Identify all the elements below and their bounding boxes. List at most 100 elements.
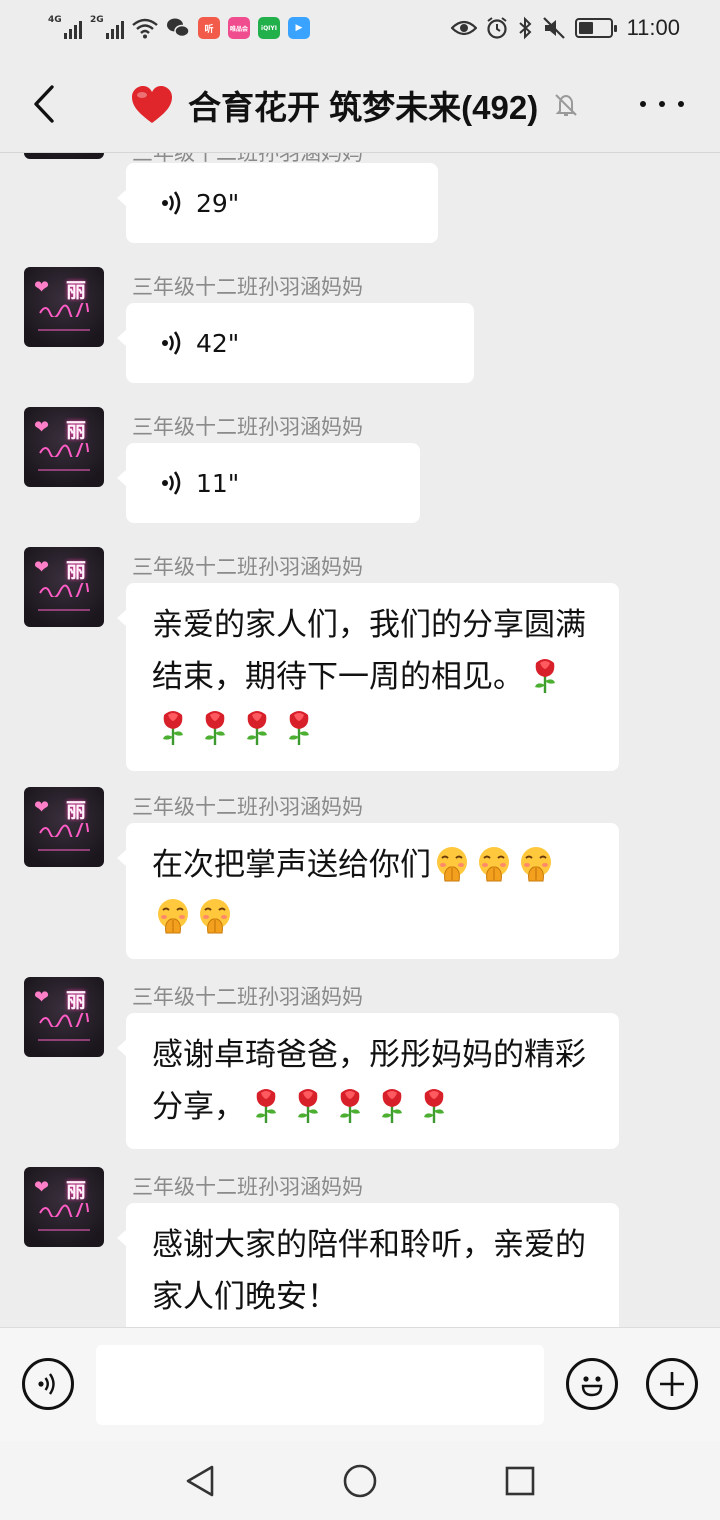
system-nav-bar [0, 1441, 720, 1520]
voice-message-bubble[interactable]: 29" [117, 163, 438, 243]
mute-status-icon [542, 17, 565, 39]
text-message-bubble[interactable]: 在次把掌声送给你们 [117, 823, 619, 959]
eye-icon [450, 20, 477, 36]
avatar[interactable]: ❤ 丽 [24, 787, 104, 867]
avatar[interactable]: ❤ 丽 [24, 547, 104, 627]
rose-emoji [424, 1089, 444, 1123]
message-item: ❤ 丽 三年级十二班孙羽涵妈妈 在次把掌声送给你们 [0, 787, 720, 977]
heart-icon: ❤ [34, 1177, 50, 1198]
shy-clap-emoji [437, 847, 467, 882]
avatar[interactable]: ❤ 丽 [24, 153, 104, 159]
neon-script-icon [39, 1203, 89, 1217]
neon-script-icon [39, 1013, 89, 1027]
heart-icon: ❤ [34, 277, 50, 298]
voice-input-button[interactable] [22, 1358, 74, 1410]
status-bar: 4G 2G 听 唯品会 iQIYI ▶ 11:00 [0, 0, 720, 56]
ting-icon: 听 [198, 17, 220, 39]
rose-emoji [298, 1089, 318, 1123]
add-more-button[interactable] [646, 1358, 698, 1410]
voice-wave-icon [162, 331, 181, 355]
neon-script-icon [39, 303, 89, 317]
rose-emoji [247, 711, 267, 745]
neon-script-icon [39, 583, 89, 597]
message-item: ❤ 丽 三年级十二班孙羽涵妈妈 29" [0, 153, 720, 253]
voice-duration: 11" [196, 468, 240, 498]
dot-icon [659, 101, 665, 107]
circle-home-icon [343, 1464, 377, 1498]
avatar[interactable]: ❤ 丽 [24, 1167, 104, 1247]
wechat-icon [167, 18, 190, 38]
text-message-bubble[interactable]: 感谢大家的陪伴和聆听，亲爱的家人们晚安！ [117, 1203, 619, 1327]
triangle-back-icon [186, 1465, 214, 1497]
message-input[interactable] [96, 1345, 544, 1425]
sender-name: 三年级十二班孙羽涵妈妈 [132, 415, 363, 439]
shy-clap-emoji [521, 847, 551, 882]
dot-icon [640, 101, 646, 107]
chat-header: 合育花开 筑梦未来(492) [0, 56, 720, 153]
rose-emoji [205, 711, 225, 745]
shy-clap-emoji [479, 847, 509, 882]
nav-back-button[interactable] [180, 1461, 220, 1501]
voice-wave-icon [162, 191, 181, 215]
rose-emoji [289, 711, 309, 745]
heart-icon: ❤ [34, 417, 50, 438]
chevron-left-icon [34, 85, 54, 123]
emoji-button[interactable] [566, 1358, 618, 1410]
message-item: ❤ 丽 三年级十二班孙羽涵妈妈 感谢大家的陪伴和聆听，亲爱的家人们晚安！ [0, 1167, 720, 1327]
text-message-bubble[interactable]: 亲爱的家人们，我们的分享圆满结束，期待下一周的相见。 [117, 583, 619, 771]
voice-duration: 42" [196, 328, 240, 358]
rose-emoji [382, 1089, 402, 1123]
rose-emoji [340, 1089, 360, 1123]
more-options-button[interactable] [640, 86, 684, 122]
signal-2g-icon: 2G [90, 15, 124, 41]
heart-icon [132, 86, 172, 123]
bluetooth-icon [518, 16, 532, 40]
sender-name: 三年级十二班孙羽涵妈妈 [132, 1175, 363, 1199]
message-item: ❤ 丽 三年级十二班孙羽涵妈妈 感谢卓琦爸爸，彤彤妈妈的精彩分享， [0, 977, 720, 1167]
chat-title-area[interactable]: 合育花开 筑梦未来(492) [130, 80, 580, 130]
voice-wave-icon [38, 1373, 55, 1395]
neon-script-icon [39, 823, 89, 837]
text-message-bubble[interactable]: 感谢卓琦爸爸，彤彤妈妈的精彩分享， [117, 1013, 619, 1149]
iqiyi-icon: iQIYI [258, 17, 280, 39]
store-icon: 唯品会 [228, 17, 250, 39]
voice-duration: 29" [196, 188, 240, 218]
heart-icon: ❤ [34, 557, 50, 578]
battery-icon [574, 18, 617, 38]
sender-name: 三年级十二班孙羽涵妈妈 [132, 555, 363, 579]
message-text: 在次把掌声送给你们 [152, 847, 431, 882]
wifi-icon [132, 18, 158, 39]
message-text: 感谢大家的陪伴和聆听，亲爱的家人们晚安！ [152, 1227, 586, 1314]
alarm-icon [486, 17, 507, 39]
dot-icon [678, 101, 684, 107]
avatar[interactable]: ❤ 丽 [24, 977, 104, 1057]
voice-message-bubble[interactable]: 11" [117, 443, 420, 523]
sender-name: 三年级十二班孙羽涵妈妈 [132, 795, 363, 819]
voice-message-bubble[interactable]: 42" [117, 303, 474, 383]
signal-4g-icon: 4G [48, 15, 82, 41]
back-button[interactable] [24, 82, 64, 126]
clock: 11:00 [626, 15, 680, 40]
heart-icon: ❤ [34, 987, 50, 1008]
rose-emoji [256, 1089, 276, 1123]
shy-clap-emoji [158, 899, 188, 934]
input-bar [0, 1327, 720, 1441]
message-item: ❤ 丽 三年级十二班孙羽涵妈妈 42" [0, 267, 720, 407]
message-list[interactable]: ❤ 丽 三年级十二班孙羽涵妈妈 29" ❤ 丽 三年级十二班孙羽涵妈妈 [0, 153, 720, 1327]
avatar[interactable]: ❤ 丽 [24, 267, 104, 347]
message-item: ❤ 丽 三年级十二班孙羽涵妈妈 亲爱的家人们，我们的分享圆满结束，期待下一周的相… [0, 547, 720, 787]
nav-recents-button[interactable] [500, 1461, 540, 1501]
voice-wave-icon [162, 471, 181, 495]
message-text: 亲爱的家人们，我们的分享圆满结束，期待下一周的相见。 [152, 607, 586, 694]
rose-emoji [163, 711, 183, 745]
rose-emoji [535, 659, 555, 693]
video-icon: ▶ [288, 17, 310, 39]
square-recents-icon [505, 1466, 535, 1496]
shy-clap-emoji [200, 899, 230, 934]
nav-home-button[interactable] [340, 1461, 380, 1501]
chat-title: 合育花开 筑梦未来(492) [188, 89, 539, 126]
mute-bell-icon [555, 94, 577, 116]
avatar[interactable]: ❤ 丽 [24, 407, 104, 487]
smiley-icon [581, 1376, 603, 1397]
heart-icon: ❤ [34, 797, 50, 818]
